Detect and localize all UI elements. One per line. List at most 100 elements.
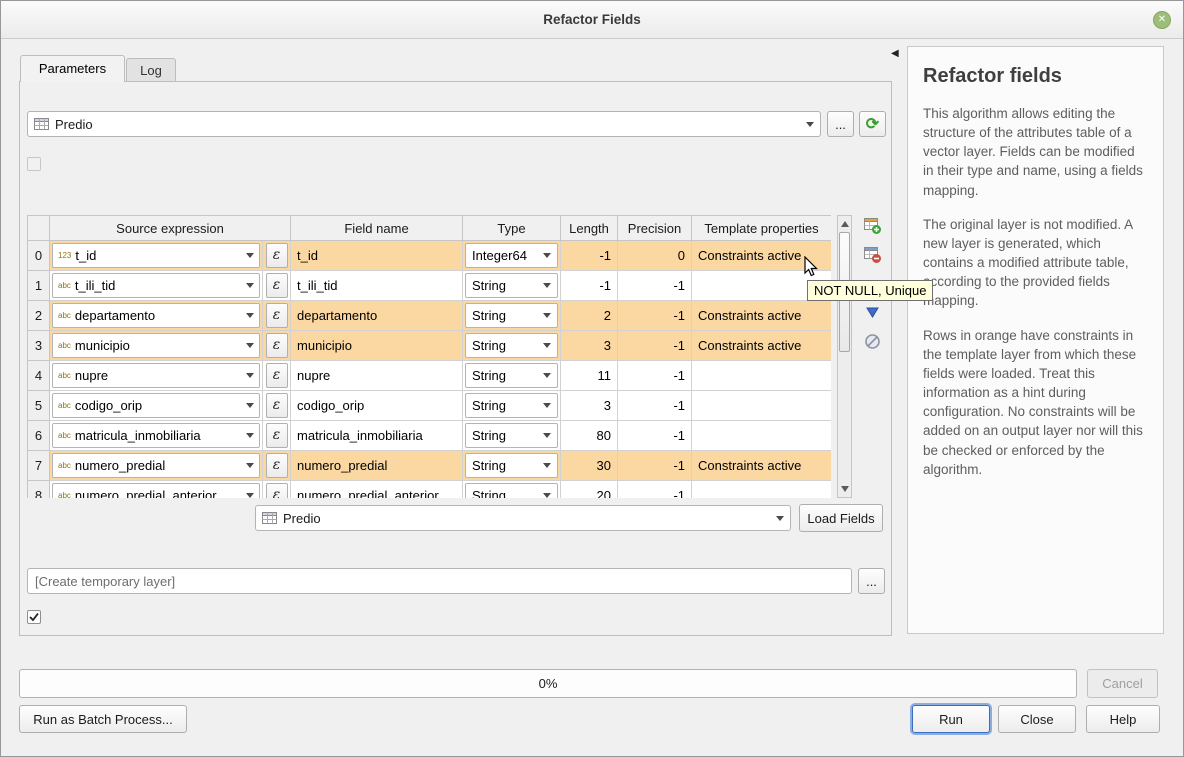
iterate-layer-button[interactable]: ⟳ (859, 111, 886, 137)
template-properties-cell[interactable]: Constraints active (692, 451, 831, 481)
help-button[interactable]: Help (1086, 705, 1160, 733)
source-expression-combobox[interactable]: abc numero_predial (52, 453, 260, 478)
source-expression-combobox[interactable]: abc departamento (52, 303, 260, 328)
row-number-cell[interactable]: 0 (28, 241, 50, 271)
precision-cell[interactable]: -1 (618, 421, 692, 451)
type-combobox[interactable]: Integer64 (465, 243, 558, 268)
length-cell[interactable]: 80 (561, 421, 618, 451)
length-cell[interactable]: 2 (561, 301, 618, 331)
field-name-cell[interactable]: nupre (291, 361, 463, 391)
precision-cell[interactable]: -1 (618, 361, 692, 391)
precision-cell[interactable]: -1 (618, 331, 692, 361)
source-expression-combobox[interactable]: abc municipio (52, 333, 260, 358)
run-as-batch-button[interactable]: Run as Batch Process... (19, 705, 187, 733)
refactored-browse-button[interactable]: ... (858, 568, 885, 594)
header-precision[interactable]: Precision (618, 216, 692, 241)
row-number-cell[interactable]: 7 (28, 451, 50, 481)
row-number-cell[interactable]: 1 (28, 271, 50, 301)
tab-log[interactable]: Log (126, 58, 176, 82)
expression-builder-button[interactable]: ε (266, 243, 288, 268)
type-combobox[interactable]: String (465, 483, 558, 498)
source-expression-combobox[interactable]: abc codigo_orip (52, 393, 260, 418)
type-combobox[interactable]: String (465, 273, 558, 298)
close-window-button[interactable]: ✕ (1153, 11, 1171, 29)
template-properties-cell[interactable] (692, 391, 831, 421)
collapse-panel-icon[interactable]: ◀ (891, 48, 899, 59)
source-expression-combobox[interactable]: 123 t_id (52, 243, 260, 268)
length-cell[interactable]: -1 (561, 271, 618, 301)
load-fields-button[interactable]: Load Fields (799, 504, 883, 532)
source-expression-combobox[interactable]: abc nupre (52, 363, 260, 388)
field-name-cell[interactable]: departamento (291, 301, 463, 331)
header-length[interactable]: Length (561, 216, 618, 241)
length-cell[interactable]: 3 (561, 331, 618, 361)
template-properties-cell[interactable] (692, 421, 831, 451)
length-cell[interactable]: -1 (561, 241, 618, 271)
field-name-cell[interactable]: numero_predial (291, 451, 463, 481)
expression-builder-button[interactable]: ε (266, 483, 288, 498)
header-type[interactable]: Type (463, 216, 561, 241)
expression-builder-button[interactable]: ε (266, 453, 288, 478)
field-name-cell[interactable]: codigo_orip (291, 391, 463, 421)
field-name-cell[interactable]: municipio (291, 331, 463, 361)
expression-builder-button[interactable]: ε (266, 423, 288, 448)
template-layer-combobox[interactable]: Predio (255, 505, 791, 531)
expression-builder-button[interactable]: ε (266, 333, 288, 358)
template-properties-cell[interactable]: Constraints active (692, 301, 831, 331)
type-combobox[interactable]: String (465, 393, 558, 418)
template-properties-cell[interactable]: Constraints active (692, 331, 831, 361)
row-number-cell[interactable]: 6 (28, 421, 50, 451)
expression-builder-button[interactable]: ε (266, 363, 288, 388)
header-source-expression[interactable]: Source expression (50, 216, 291, 241)
template-properties-cell[interactable] (692, 361, 831, 391)
field-name-cell[interactable]: t_id (291, 241, 463, 271)
input-layer-browse-button[interactable]: ... (827, 111, 854, 137)
type-combobox[interactable]: String (465, 333, 558, 358)
run-button[interactable]: Run (912, 705, 990, 733)
field-name-cell[interactable]: t_ili_tid (291, 271, 463, 301)
move-down-button[interactable] (859, 299, 886, 326)
close-button[interactable]: Close (998, 705, 1076, 733)
type-combobox[interactable]: String (465, 423, 558, 448)
length-cell[interactable]: 30 (561, 451, 618, 481)
clear-fields-button[interactable] (859, 328, 886, 355)
field-name-cell[interactable]: matricula_inmobiliaria (291, 421, 463, 451)
expression-builder-button[interactable]: ε (266, 393, 288, 418)
refactored-output-input[interactable]: [Create temporary layer] (27, 568, 852, 594)
precision-cell[interactable]: 0 (618, 241, 692, 271)
delete-field-button[interactable] (859, 241, 886, 268)
open-output-checkbox[interactable] (27, 610, 41, 624)
type-combobox[interactable]: String (465, 363, 558, 388)
precision-cell[interactable]: -1 (618, 481, 692, 499)
expression-builder-button[interactable]: ε (266, 273, 288, 298)
title-bar[interactable]: Refactor Fields ✕ (1, 1, 1183, 39)
length-cell[interactable]: 20 (561, 481, 618, 499)
precision-cell[interactable]: -1 (618, 451, 692, 481)
scroll-up-icon[interactable] (841, 221, 849, 227)
source-expression-combobox[interactable]: abc numero_predial_anterior (52, 483, 260, 498)
header-field-name[interactable]: Field name (291, 216, 463, 241)
row-number-cell[interactable]: 2 (28, 301, 50, 331)
tab-parameters[interactable]: Parameters (20, 55, 125, 82)
source-expression-combobox[interactable]: abc matricula_inmobiliaria (52, 423, 260, 448)
template-properties-cell[interactable] (692, 481, 831, 499)
add-field-button[interactable] (859, 212, 886, 239)
source-expression-combobox[interactable]: abc t_ili_tid (52, 273, 260, 298)
precision-cell[interactable]: -1 (618, 301, 692, 331)
type-combobox[interactable]: String (465, 453, 558, 478)
type-combobox[interactable]: String (465, 303, 558, 328)
row-number-cell[interactable]: 8 (28, 481, 50, 499)
expression-builder-button[interactable]: ε (266, 303, 288, 328)
header-template-properties[interactable]: Template properties (692, 216, 831, 241)
precision-cell[interactable]: -1 (618, 271, 692, 301)
row-number-cell[interactable]: 4 (28, 361, 50, 391)
precision-cell[interactable]: -1 (618, 391, 692, 421)
input-layer-combobox[interactable]: Predio (27, 111, 821, 137)
row-number-cell[interactable]: 3 (28, 331, 50, 361)
table-scrollbar[interactable] (837, 215, 852, 498)
length-cell[interactable]: 11 (561, 361, 618, 391)
row-number-cell[interactable]: 5 (28, 391, 50, 421)
scroll-down-icon[interactable] (841, 486, 849, 492)
field-name-cell[interactable]: numero_predial_anterior (291, 481, 463, 499)
length-cell[interactable]: 3 (561, 391, 618, 421)
